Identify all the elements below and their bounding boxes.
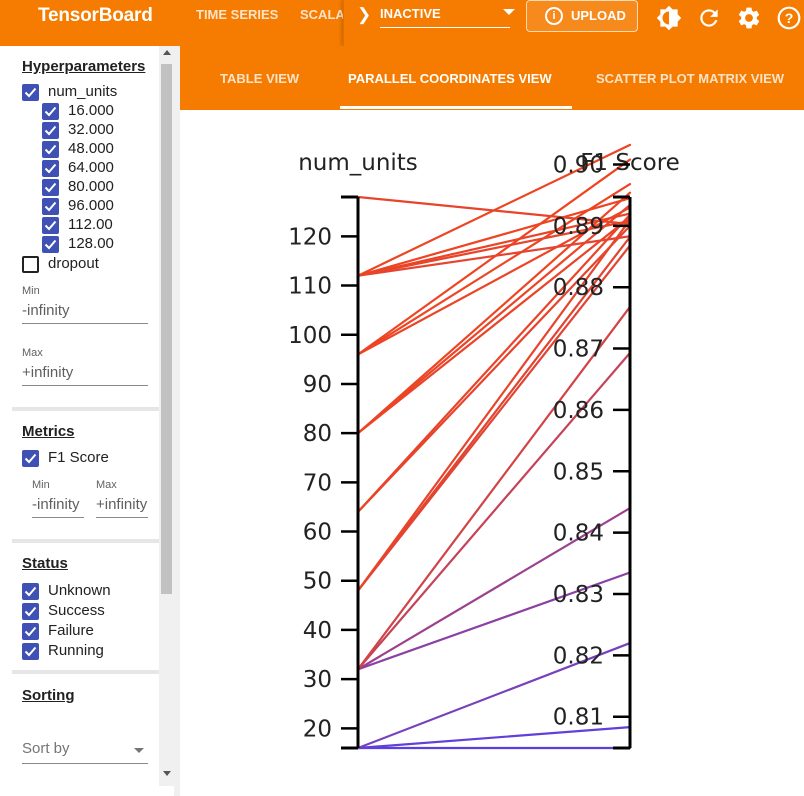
num-units-value-label: 32.000 [68,121,114,138]
checkbox-checked-icon [22,623,39,640]
tab-parallel-coordinates-view[interactable]: PARALLEL COORDINATES VIEW [348,71,552,86]
active-tab-indicator [340,106,572,109]
parallel-coordinates-chart: num_units2030405060708090100110120F1 Sco… [288,143,680,750]
status-label: Success [48,602,105,619]
tab-scatter-plot-matrix-view[interactable]: SCATTER PLOT MATRIX VIEW [596,71,784,86]
axis-title: num_units [298,150,418,176]
sidebar-scrollbar[interactable] [159,46,174,786]
num-units-value-label: 112.00 [68,216,113,233]
tick-label: 70 [303,470,332,496]
tab-scalars[interactable]: SCALA [300,7,345,22]
sort-by-select[interactable]: Sort by [22,740,148,764]
f1-score-label: F1 Score [48,449,109,466]
filter-sidebar: Hyperparameters num_units 16.000 32.000 48… [12,46,174,786]
dropdown-arrow-icon [503,9,515,15]
info-icon: i [545,7,563,25]
checkbox-checked-icon [42,141,59,158]
metric-min-label: Min [32,479,50,491]
num-units-value-label: 16.000 [68,102,114,119]
metrics-title: Metrics [22,423,75,440]
num-units-value-label: 64.000 [68,159,114,176]
dropdown-arrow-icon [134,748,144,753]
tensorboard-app: TensorBoard TIME SERIES SCALA ❯ INACTIVE… [0,0,804,796]
tick-label: 90 [303,372,332,398]
inactive-plugins-select[interactable]: ❯ INACTIVE [343,0,517,46]
tick-label: 30 [303,667,332,693]
plugin-select-value: INACTIVE [380,6,510,28]
hp-max-input[interactable]: +infinity [22,364,148,386]
tick-label: 0.81 [553,705,604,731]
metric-max-input[interactable]: +infinity [96,496,148,518]
checkbox-checked-icon [22,603,39,620]
help-icon[interactable]: ? [776,5,802,31]
checkbox-unchecked-icon [22,256,39,273]
tick-label: 0.87 [553,337,604,363]
axis-num-units[interactable]: num_units 20 30 40 50 60 70 80 90 100 110 120 [288,150,418,750]
metric-max-label: Max [96,479,117,491]
tick-label: 60 [303,520,332,546]
chevron-right-icon: ❯ [357,5,372,24]
tick-label: 0.90 [553,152,604,178]
section-divider [12,407,159,411]
sort-by-placeholder: Sort by [22,740,70,757]
tick-label: 100 [288,323,332,349]
checkbox-checked-icon [22,84,39,101]
hp-max-label: Max [22,347,43,359]
theme-toggle-icon[interactable] [656,5,682,31]
num-units-value-label: 128.00 [68,235,114,252]
hp-min-input[interactable]: -infinity [22,302,148,324]
tab-time-series[interactable]: TIME SERIES [196,7,278,22]
scrollbar-thumb[interactable] [161,64,172,594]
checkbox-checked-icon [42,217,59,234]
checkbox-checked-icon [42,198,59,215]
tab-table-view[interactable]: TABLE VIEW [220,71,299,86]
num-units-value-label: 80.000 [68,178,114,195]
checkbox-checked-icon [42,179,59,196]
num-units-label: num_units [48,83,118,100]
section-divider [12,670,159,674]
scroll-down-arrow-icon[interactable] [163,771,171,776]
metric-min-input[interactable]: -infinity [32,496,84,518]
status-label: Running [48,642,104,659]
tick-label: 110 [288,274,332,300]
section-divider [12,539,159,543]
sorting-title: Sorting [22,687,75,704]
hp-min-label: Min [22,285,40,297]
checkbox-checked-icon [22,450,39,467]
tick-label: 40 [303,618,332,644]
tick-label: 0.83 [553,582,604,608]
num-units-value-label: 96.000 [68,197,114,214]
refresh-icon[interactable] [696,5,722,31]
tick-label: 0.82 [553,643,604,669]
checkbox-checked-icon [22,583,39,600]
tick-label: 0.84 [553,521,604,547]
dropout-label: dropout [48,255,99,272]
checkbox-checked-icon [42,160,59,177]
settings-icon[interactable] [736,5,762,31]
status-label: Unknown [48,582,111,599]
tick-label: 50 [303,569,332,595]
tick-label: 120 [288,224,332,250]
app-title: TensorBoard [38,5,153,26]
num-units-value-label: 48.000 [68,140,114,157]
upload-button[interactable]: i UPLOAD [526,0,638,32]
tick-label: 0.85 [553,459,604,485]
tick-label: 0.88 [553,275,604,301]
checkbox-checked-icon [42,236,59,253]
tick-label: 80 [303,421,332,447]
hyperparameters-title: Hyperparameters [22,58,146,75]
svg-text:?: ? [785,10,794,26]
upload-label: UPLOAD [571,8,626,23]
status-title: Status [22,555,68,572]
tick-label: 20 [303,716,332,742]
status-label: Failure [48,622,94,639]
checkbox-checked-icon [22,643,39,660]
top-app-bar: TensorBoard TIME SERIES SCALA ❯ INACTIVE… [0,0,804,46]
tick-label: 0.89 [553,214,604,240]
view-tab-bar: TABLE VIEW PARALLEL COORDINATES VIEW SCA… [180,46,804,110]
checkbox-checked-icon [42,122,59,139]
scroll-up-arrow-icon[interactable] [163,50,171,55]
checkbox-checked-icon [42,103,59,120]
tick-label: 0.86 [553,398,604,424]
